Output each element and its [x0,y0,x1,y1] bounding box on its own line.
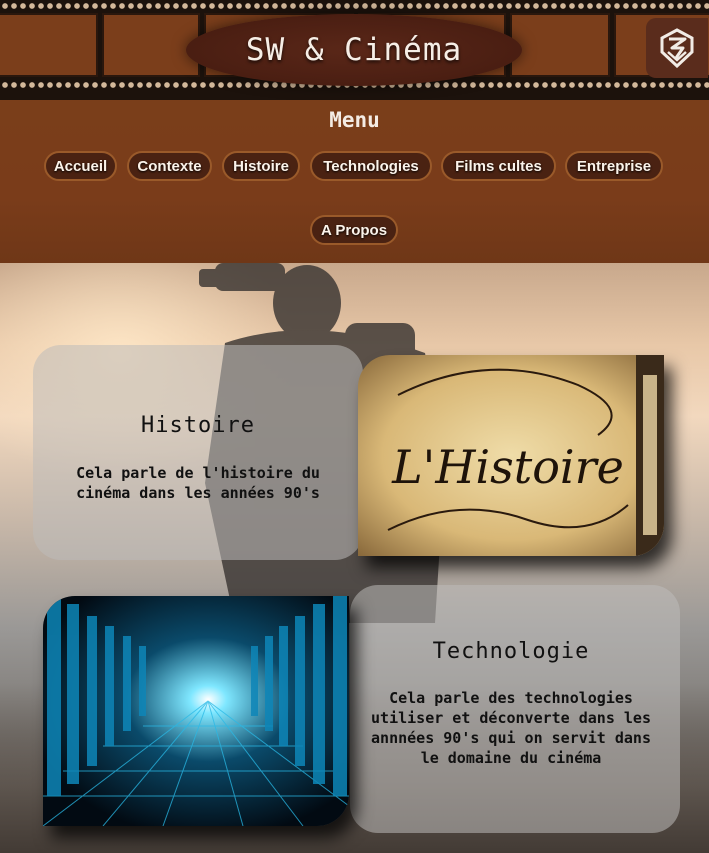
technologie-description: Cela parle des technologies utiliser et … [371,689,651,767]
main-menu: Menu Accueil Contexte Histoire Technolog… [0,100,709,263]
nav-technologies[interactable]: Technologies [310,151,432,181]
film-perforations-top [0,1,709,11]
site-title: SW & Cinéma [245,32,463,68]
menu-title: Menu [329,108,380,132]
film-frame [0,13,98,77]
nav-histoire[interactable]: Histoire [222,151,300,181]
histoire-description: Cela parle de l'histoire du cinéma dans … [76,464,320,502]
hero-background: Histoire Cela parle de l'histoire du cin… [0,263,709,853]
data-corridor-image [43,596,349,826]
technologie-image[interactable] [43,596,349,826]
nav-entreprise[interactable]: Entreprise [565,151,663,181]
sw-monogram-icon [660,28,694,68]
nav-contexte[interactable]: Contexte [127,151,212,181]
histoire-image-text: L'Histoire [391,440,624,494]
film-frame [510,13,610,77]
film-frame [102,13,200,77]
technologie-heading: Technologie [432,639,590,664]
nav-a-propos[interactable]: A Propos [310,215,398,245]
nav-accueil[interactable]: Accueil [44,151,117,181]
histoire-card [33,345,363,560]
histoire-heading: Histoire [141,413,255,438]
histoire-image[interactable]: L'Histoire [358,355,664,556]
histoire-parchment-image: L'Histoire [358,355,664,556]
nav-films-cultes[interactable]: Films cultes [441,151,556,181]
header-film-strip: SW & Cinéma [0,0,709,100]
site-title-oval[interactable]: SW & Cinéma [186,14,522,86]
logo-button[interactable] [646,18,708,78]
